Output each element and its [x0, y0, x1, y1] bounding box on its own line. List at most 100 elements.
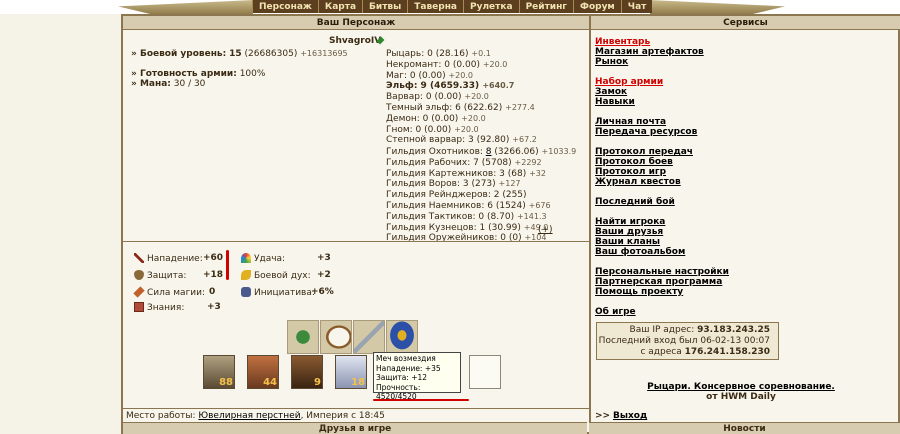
faction-row: Некромант: 0 (0.00) +20.0 — [386, 59, 508, 70]
services-spacer — [595, 187, 729, 197]
faction-row: Маг: 0 (0.00) +20.0 — [386, 70, 473, 81]
promo-source: от HWM Daily — [706, 392, 776, 402]
mana-value: 30 / 30 — [173, 79, 206, 89]
exit-prefix: >> — [595, 411, 611, 421]
service-link[interactable]: Ваши кланы — [595, 237, 729, 247]
services-spacer — [595, 107, 729, 117]
nav-chat[interactable]: Чат — [620, 0, 653, 13]
news-header: Новости — [589, 422, 900, 434]
army-slot-1[interactable]: 88 — [203, 355, 235, 389]
tooltip-defense: Защита: +12 — [376, 373, 428, 382]
red-highlight-mark — [226, 250, 229, 280]
army-count-3: 9 — [314, 377, 321, 388]
army-slot-4[interactable]: 18 — [335, 355, 367, 389]
guild-row: Гильдия Картежников: 3 (68) +32 — [386, 168, 546, 179]
service-link[interactable]: Последний бой — [595, 197, 729, 207]
knowledge-value: +3 — [207, 302, 221, 312]
workplace-label: Место работы: — [126, 411, 196, 421]
shield-slot[interactable] — [386, 320, 418, 354]
luck-label: Удача: — [254, 254, 286, 264]
nav-map[interactable]: Карта — [317, 0, 363, 13]
player-name: ShvagroIV — [329, 36, 382, 46]
knowledge-label: Знания: — [147, 303, 185, 313]
tooltip-title: Меч возмездия — [376, 354, 436, 363]
morale-value: +2 — [317, 270, 331, 280]
initiative-label: Инициатива: — [254, 288, 315, 298]
amulet-slot[interactable] — [287, 320, 319, 354]
army-label: Готовность армии: — [139, 69, 237, 79]
nav-roulette[interactable]: Рулетка — [463, 0, 519, 13]
workplace-link[interactable]: Ювелирная перстней — [198, 411, 300, 421]
services-spacer — [595, 207, 729, 217]
service-link[interactable]: Протокол передач — [595, 147, 729, 157]
level-row: » Боевой уровень: 15 (26686305) +1631369… — [131, 49, 348, 59]
service-link[interactable]: Найти игрока — [595, 217, 729, 227]
service-link[interactable]: Навыки — [595, 97, 729, 107]
friends-header: Друзья в игре — [123, 422, 587, 434]
army-slot-2[interactable]: 44 — [247, 355, 279, 389]
column-divider — [589, 16, 591, 432]
service-link[interactable]: Передача ресурсов — [595, 127, 729, 137]
defense-stat: Защита: — [134, 270, 186, 281]
luck-stat: Удача: — [241, 253, 285, 264]
services-header: Сервисы — [591, 16, 900, 30]
service-link[interactable]: Помощь проекту — [595, 287, 729, 297]
morale-stat: Боевой дух: — [241, 270, 311, 281]
wings-icon — [241, 270, 251, 280]
faction-row: Демон: 0 (0.00) +20.0 — [386, 113, 486, 124]
knowledge-stat: Знания: — [134, 302, 184, 313]
attack-label: Нападение: — [147, 254, 203, 264]
service-link[interactable]: Протокол игр — [595, 167, 729, 177]
nav-battles[interactable]: Битвы — [362, 0, 408, 13]
service-link[interactable]: Партнерская программа — [595, 277, 729, 287]
guild-plus-link[interactable]: (+) — [538, 225, 553, 235]
sword-slot[interactable] — [353, 320, 385, 354]
service-link[interactable]: Личная почта — [595, 117, 729, 127]
service-link[interactable]: Персональные настройки — [595, 267, 729, 277]
service-link[interactable]: Инвентарь — [595, 37, 729, 47]
service-link[interactable]: Ваши друзья — [595, 227, 729, 237]
nav-tavern[interactable]: Таверна — [407, 0, 463, 13]
service-link[interactable]: Об игре — [595, 307, 729, 317]
luck-value: +3 — [317, 253, 331, 263]
mana-row: » Мана: 30 / 30 — [131, 79, 206, 89]
guild-level-link[interactable]: 8 — [486, 147, 492, 157]
ip-line2: Последний вход был 06-02-13 00:07 — [598, 336, 770, 346]
service-link[interactable]: Ваш фотоальбом — [595, 247, 729, 257]
guild-row: Гильдия Воров: 3 (273) +127 — [386, 179, 521, 190]
magic-label: Сила магии: — [147, 288, 206, 298]
rainbow-icon — [241, 253, 251, 263]
army-slot-3[interactable]: 9 — [291, 355, 323, 389]
service-link[interactable]: Журнал квестов — [595, 177, 729, 187]
service-link[interactable]: Магазин артефактов — [595, 47, 729, 57]
service-link[interactable]: Замок — [595, 87, 729, 97]
faction-row: Рыцарь: 0 (28.16) +0.1 — [386, 49, 491, 59]
army-slot-empty[interactable] — [469, 355, 501, 389]
service-link[interactable]: Рынок — [595, 57, 729, 67]
exit-row: >> Выход — [595, 411, 647, 421]
guild-row: Гильдия Рейнджеров: 2 (255) — [386, 190, 527, 201]
item-tooltip: Меч возмездия Нападение: +35 Защита: +12… — [373, 352, 461, 401]
services-spacer — [595, 257, 729, 267]
promo-link[interactable]: Рыцари. Консервное соревнование. — [647, 382, 835, 392]
services-spacer — [595, 67, 729, 77]
faction-row: Гном: 0 (0.00) +20.0 — [386, 124, 479, 135]
faction-row: Эльф: 9 (4659.33) +640.7 — [386, 81, 515, 92]
main-frame: Ваш Персонаж Сервисы ShvagroIV » Боевой … — [121, 14, 900, 434]
guild-row: Гильдия Рабочих: 7 (5708) +2292 — [386, 157, 542, 168]
attack-stat: Нападение: — [134, 253, 203, 264]
service-link[interactable]: Набор армии — [595, 77, 729, 87]
service-link[interactable]: Протокол боев — [595, 157, 729, 167]
army-count-2: 44 — [263, 377, 277, 388]
exit-link[interactable]: Выход — [613, 411, 647, 421]
bow-slot[interactable] — [320, 320, 352, 354]
nav-character[interactable]: Персонаж — [252, 0, 318, 13]
main-nav: Персонаж Карта Битвы Таверна Рулетка Рей… — [252, 0, 653, 14]
nav-forum[interactable]: Форум — [573, 0, 621, 13]
swords-icon — [134, 253, 144, 263]
nav-rating[interactable]: Рейтинг — [518, 0, 574, 13]
character-header: Ваш Персонаж — [123, 16, 589, 30]
wand-icon — [133, 286, 145, 298]
hourglass-icon — [241, 287, 251, 297]
ip-line3: с адреса 176.241.158.230 — [640, 347, 770, 357]
